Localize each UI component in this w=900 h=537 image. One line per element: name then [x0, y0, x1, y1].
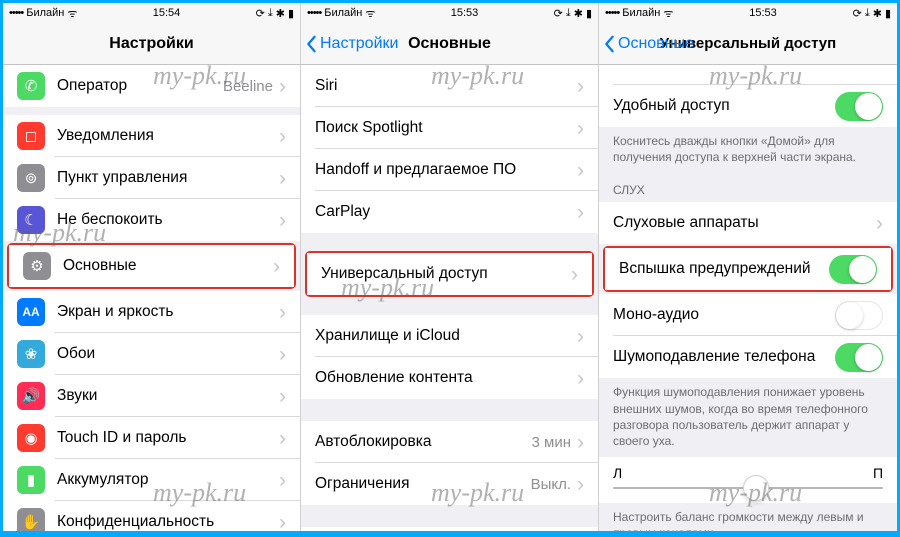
status-time: 15:53 — [749, 7, 777, 19]
row-mono-audio[interactable]: Моно-аудио — [599, 294, 897, 336]
chevron-left-icon — [603, 35, 615, 53]
chevron-right-icon: › — [577, 118, 584, 139]
row-control-center[interactable]: ⊚ Пункт управления › — [3, 157, 300, 199]
row-datetime[interactable]: Дата и время› — [301, 527, 598, 531]
chevron-right-icon: › — [279, 470, 286, 491]
balance-slider-row: ЛП — [599, 457, 897, 503]
phone-icon: ✆ — [17, 72, 45, 100]
chevron-right-icon: › — [876, 213, 883, 234]
chevron-right-icon: › — [279, 126, 286, 147]
chevron-right-icon: › — [577, 326, 584, 347]
control-icon: ⊚ — [17, 164, 45, 192]
row-carrier[interactable]: ✆ Оператор Beeline › — [3, 65, 300, 107]
chevron-right-icon: › — [279, 344, 286, 365]
row-reachability[interactable]: Удобный доступ — [599, 85, 897, 127]
row-carplay[interactable]: CarPlay› — [301, 191, 598, 233]
chevron-right-icon: › — [279, 168, 286, 189]
balance-slider[interactable] — [613, 487, 883, 489]
balance-left-label: Л — [613, 465, 622, 481]
row-wallpaper[interactable]: ❀ Обои › — [3, 333, 300, 375]
page-title: Настройки — [3, 35, 300, 53]
row-touchid[interactable]: ◉ Touch ID и пароль › — [3, 417, 300, 459]
nav-bar: Настройки Основные — [301, 23, 598, 65]
chevron-right-icon: › — [577, 474, 584, 495]
chevron-right-icon: › — [279, 428, 286, 449]
gear-icon: ⚙ — [23, 252, 51, 280]
row-background-refresh[interactable]: Обновление контента› — [301, 357, 598, 399]
balance-right-label: П — [873, 465, 883, 481]
chevron-left-icon — [305, 35, 317, 53]
nav-bar: Настройки — [3, 23, 300, 65]
wallpaper-icon: ❀ — [17, 340, 45, 368]
row-noise-cancel[interactable]: Шумоподавление телефона — [599, 336, 897, 378]
chevron-right-icon: › — [577, 432, 584, 453]
row-hearing-aids[interactable]: Слуховые аппараты› — [599, 202, 897, 244]
row-notifications[interactable]: ◻ Уведомления › — [3, 115, 300, 157]
status-time: 15:54 — [153, 7, 181, 19]
reachability-note: Коснитесь дважды кнопки «Домой» для полу… — [599, 127, 897, 169]
status-bar: •••••Билайнᯤ 15:53 ⟳⤓✱▮ — [301, 3, 598, 23]
row-handoff[interactable]: Handoff и предлагаемое ПО› — [301, 149, 598, 191]
row-flash-alerts[interactable]: Вспышка предупреждений — [605, 248, 891, 290]
row-storage[interactable]: Хранилище и iCloud› — [301, 315, 598, 357]
chevron-right-icon: › — [577, 160, 584, 181]
mono-toggle[interactable] — [835, 301, 883, 330]
battery-icon: ▮ — [17, 466, 45, 494]
noise-toggle[interactable] — [835, 343, 883, 372]
back-button[interactable]: Основные — [599, 35, 694, 53]
row-sounds[interactable]: 🔊 Звуки › — [3, 375, 300, 417]
row-restrictions[interactable]: ОграниченияВыкл.› — [301, 463, 598, 505]
chevron-right-icon: › — [279, 302, 286, 323]
chevron-right-icon: › — [279, 210, 286, 231]
row-accessibility[interactable]: Универсальный доступ› — [307, 253, 592, 295]
chevron-right-icon: › — [273, 256, 280, 277]
status-bar: •••••Билайнᯤ 15:54 ⟳⤓✱▮ — [3, 3, 300, 23]
chevron-right-icon: › — [571, 264, 578, 285]
fingerprint-icon: ◉ — [17, 424, 45, 452]
row-general[interactable]: ⚙ Основные › — [9, 245, 294, 287]
notification-icon: ◻ — [17, 122, 45, 150]
row-spotlight[interactable]: Поиск Spotlight› — [301, 107, 598, 149]
row-dnd[interactable]: ☾ Не беспокоить › — [3, 199, 300, 241]
row-privacy[interactable]: ✋ Конфиденциальность › — [3, 501, 300, 531]
chevron-right-icon: › — [577, 202, 584, 223]
chevron-right-icon: › — [279, 76, 286, 97]
noise-note: Функция шумоподавления понижает уровень … — [599, 378, 897, 453]
chevron-right-icon: › — [279, 512, 286, 532]
aa-icon: AA — [17, 298, 45, 326]
reachability-toggle[interactable] — [835, 92, 883, 121]
back-button[interactable]: Настройки — [301, 35, 398, 53]
status-bar: •••••Билайнᯤ 15:53 ⟳⤓✱▮ — [599, 3, 897, 23]
nav-bar: Основные Универсальный доступ — [599, 23, 897, 65]
chevron-right-icon: › — [577, 368, 584, 389]
balance-note: Настроить баланс громкости между левым и… — [599, 503, 897, 531]
sound-icon: 🔊 — [17, 382, 45, 410]
chevron-right-icon: › — [279, 386, 286, 407]
chevron-right-icon: › — [577, 76, 584, 97]
moon-icon: ☾ — [17, 206, 45, 234]
row-display[interactable]: AA Экран и яркость › — [3, 291, 300, 333]
section-hearing: СЛУХ — [599, 169, 897, 202]
status-time: 15:53 — [451, 7, 479, 19]
row-battery[interactable]: ▮ Аккумулятор › — [3, 459, 300, 501]
row-autolock[interactable]: Автоблокировка3 мин› — [301, 421, 598, 463]
slider-thumb[interactable] — [743, 475, 769, 501]
row-siri[interactable]: Siri› — [301, 65, 598, 107]
hand-icon: ✋ — [17, 508, 45, 531]
flash-toggle[interactable] — [829, 255, 877, 284]
